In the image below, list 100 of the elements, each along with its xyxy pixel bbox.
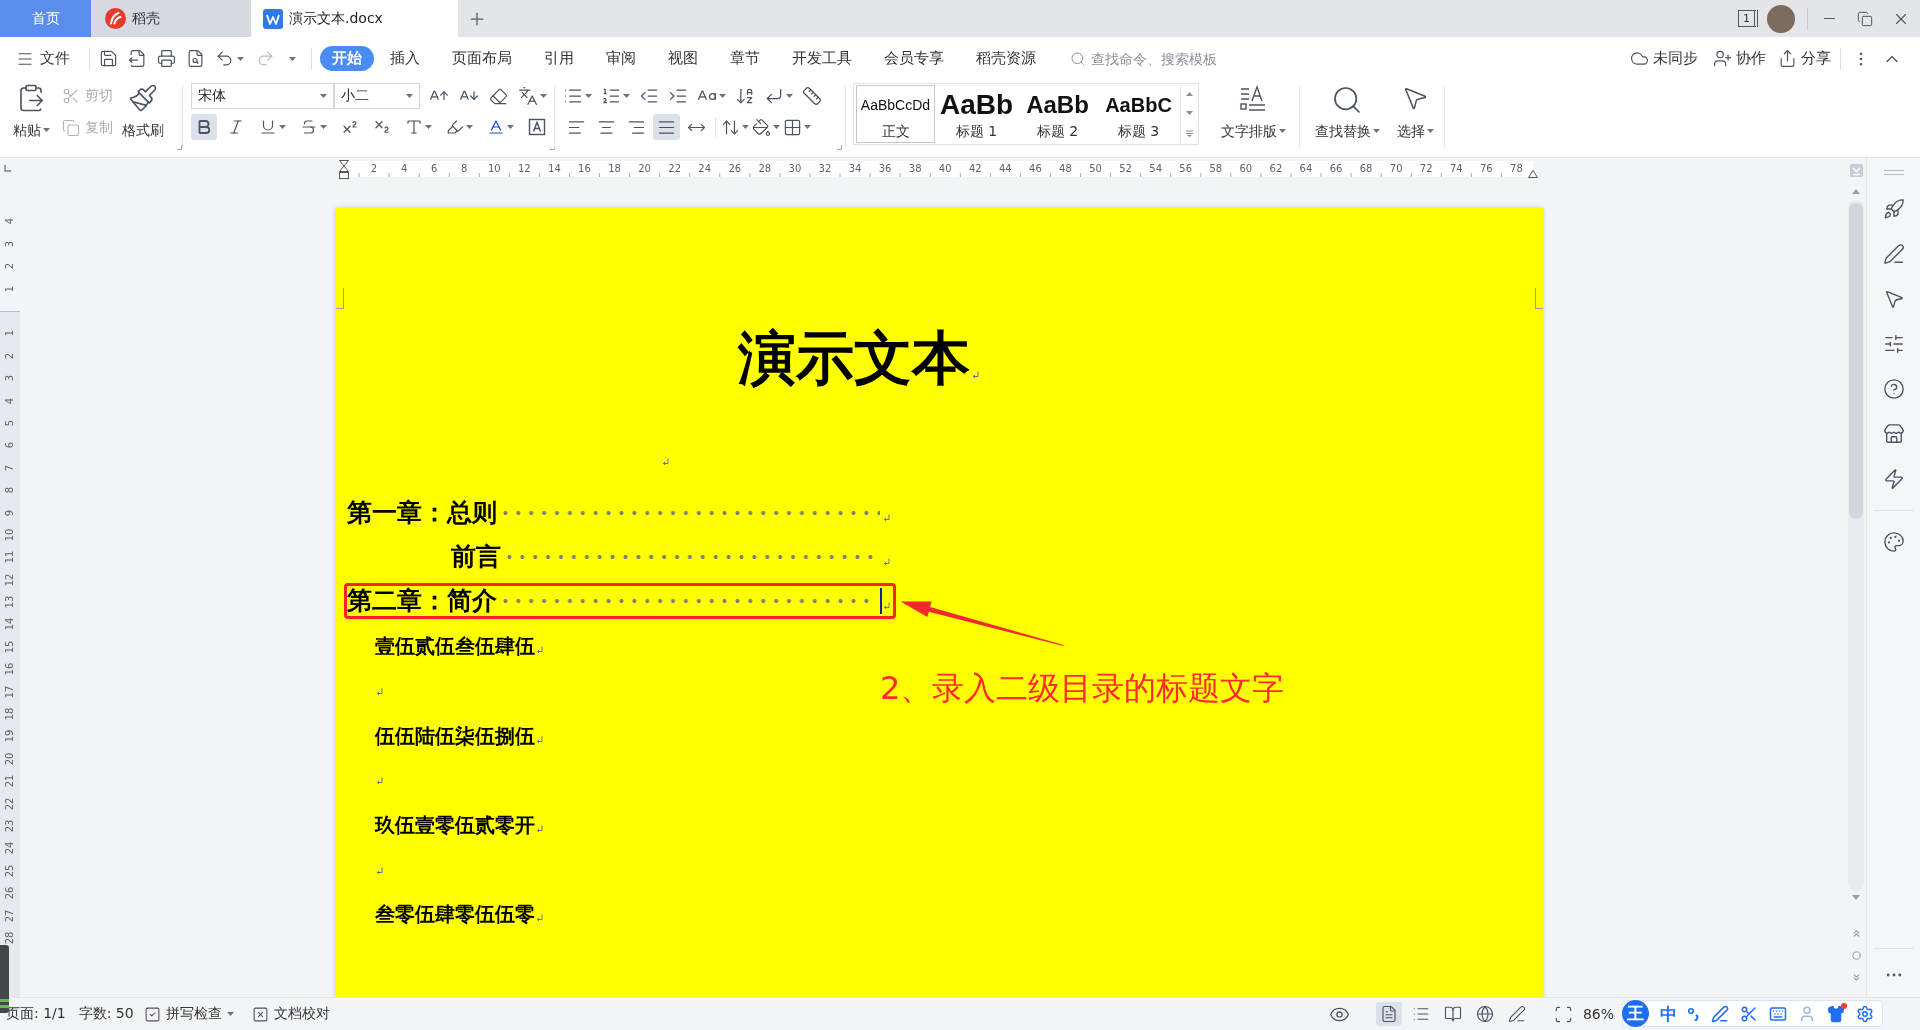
bold-button[interactable] <box>191 114 217 140</box>
caret-icon[interactable] <box>507 125 514 129</box>
scrollbar-thumb[interactable] <box>1849 203 1863 519</box>
numbered-list-icon[interactable] <box>601 86 621 106</box>
help-icon[interactable] <box>1882 378 1905 400</box>
file-export-icon[interactable] <box>128 49 147 68</box>
cloud-icon[interactable] <box>1630 49 1649 68</box>
toc-entry[interactable]: 第一章：总则 <box>347 498 497 528</box>
palette-icon[interactable] <box>1882 531 1905 553</box>
proofread-button[interactable]: 文档校对 <box>251 1005 330 1023</box>
caret-icon[interactable] <box>742 125 749 129</box>
paintbrush-icon[interactable] <box>128 83 158 113</box>
caret-icon[interactable] <box>1426 129 1434 133</box>
menu-tab[interactable]: 章节 <box>714 46 776 71</box>
menu-tab[interactable]: 引用 <box>528 46 590 71</box>
collaborate-button[interactable]: 协作 <box>1713 49 1766 68</box>
find-replace-button[interactable]: 查找替换 <box>1310 84 1384 142</box>
return-arrow-icon[interactable] <box>764 86 784 106</box>
caret-icon[interactable] <box>786 94 793 98</box>
caret-icon[interactable] <box>226 1012 234 1016</box>
font-size-dropdown[interactable]: 小二 <box>334 83 420 109</box>
caret-icon[interactable] <box>719 94 726 98</box>
caret-icon[interactable] <box>773 125 780 129</box>
indent-marker-icon[interactable] <box>339 159 349 179</box>
keyboard-icon[interactable] <box>1769 1004 1787 1023</box>
drag-handle-icon[interactable] <box>1883 170 1904 175</box>
launcher-icon[interactable] <box>550 145 555 150</box>
caret-icon[interactable] <box>466 125 473 129</box>
caret-icon[interactable] <box>585 94 592 98</box>
sliders-icon[interactable] <box>1882 333 1905 355</box>
sort-icon[interactable] <box>735 86 755 106</box>
caret-icon[interactable] <box>320 125 327 129</box>
caret-icon[interactable] <box>42 128 50 132</box>
add-user-icon[interactable] <box>1713 49 1732 68</box>
window-count-button[interactable]: 1 <box>1738 10 1758 27</box>
file-menu-button[interactable]: 文件 <box>16 49 70 68</box>
ruler-icon[interactable] <box>802 86 822 106</box>
caret-icon[interactable] <box>237 56 244 61</box>
settings-icon[interactable] <box>1856 1004 1874 1023</box>
align-justify-button[interactable] <box>653 114 680 140</box>
save-icon[interactable] <box>99 49 118 68</box>
avatar[interactable] <box>1767 4 1795 33</box>
spell-check-button[interactable]: 拼写检查 <box>143 1005 234 1023</box>
expand-gallery-icon[interactable] <box>1186 129 1193 137</box>
search-icon[interactable] <box>1331 84 1363 116</box>
paste-button[interactable]: 粘贴 <box>12 83 50 141</box>
caret-icon[interactable] <box>623 94 630 98</box>
caret-icon[interactable] <box>540 94 547 98</box>
caret-icon[interactable] <box>320 94 327 98</box>
format-painter-button[interactable]: 格式刷 <box>120 83 166 141</box>
focus-icon[interactable] <box>1553 1004 1573 1024</box>
scissors-icon[interactable] <box>1740 1004 1758 1023</box>
punctuation-icon[interactable] <box>1688 1006 1700 1021</box>
tab-stop-icon[interactable] <box>4 165 11 172</box>
text-layout-button[interactable]: 文字排版 <box>1216 84 1290 142</box>
scroll-down-icon[interactable] <box>1186 110 1193 115</box>
zoom-level[interactable]: 86% <box>1582 1006 1614 1022</box>
menu-tab[interactable]: 开发工具 <box>776 46 868 71</box>
shirt-icon[interactable] <box>1827 1004 1845 1023</box>
caret-icon[interactable] <box>804 125 811 129</box>
caret-icon[interactable] <box>279 125 286 129</box>
page-view-button[interactable] <box>1375 1002 1402 1026</box>
checkbox-icon[interactable] <box>143 1005 161 1023</box>
print-icon[interactable] <box>157 49 176 68</box>
undo-icon[interactable] <box>215 49 234 68</box>
caret-icon[interactable] <box>289 56 296 61</box>
style-tile[interactable]: AaBbCcDd 正文 <box>856 85 935 143</box>
floating-handle[interactable] <box>0 945 9 1013</box>
select-button[interactable]: 选择 <box>1392 84 1438 142</box>
paint-bucket-icon[interactable] <box>752 117 771 137</box>
launcher-icon[interactable] <box>177 145 182 150</box>
font-name-dropdown[interactable]: 宋体 <box>191 83 334 109</box>
grid-icon[interactable] <box>783 117 802 137</box>
rocket-icon[interactable] <box>1882 198 1905 220</box>
caret-icon[interactable] <box>406 94 413 98</box>
scroll-up-icon[interactable] <box>1186 91 1193 96</box>
tab[interactable]: 稻壳 <box>91 0 251 37</box>
search-field[interactable]: 查找命令、搜索模板 <box>1091 50 1243 67</box>
toc-entry[interactable]: 第二章：简介 <box>347 586 497 616</box>
file-search-icon[interactable] <box>186 49 205 68</box>
eraser-icon[interactable] <box>489 86 508 106</box>
lightning-icon[interactable] <box>1882 468 1905 490</box>
caret-icon[interactable] <box>1278 129 1286 133</box>
ruler-toggle-icon[interactable] <box>1849 164 1863 177</box>
tab[interactable]: 演示文本.docx <box>251 0 458 37</box>
menu-tab[interactable]: 插入 <box>374 46 436 71</box>
sync-button[interactable]: 未同步 <box>1630 49 1698 68</box>
share-icon[interactable] <box>1778 49 1797 68</box>
caret-icon[interactable] <box>425 125 432 129</box>
menu-tab[interactable]: 页面布局 <box>436 46 528 71</box>
toc-entry[interactable]: 前言 <box>451 542 501 572</box>
restore-icon[interactable] <box>1857 10 1873 27</box>
menu-tab[interactable]: 视图 <box>652 46 714 71</box>
share-button[interactable]: 分享 <box>1778 49 1831 68</box>
caret-icon[interactable] <box>1372 129 1380 133</box>
menu-tab[interactable]: 会员专享 <box>868 46 960 71</box>
x-box-icon[interactable] <box>251 1005 269 1023</box>
store-icon[interactable] <box>1882 423 1905 445</box>
pen-icon[interactable] <box>1882 243 1905 265</box>
pen-icon[interactable] <box>1711 1004 1729 1023</box>
